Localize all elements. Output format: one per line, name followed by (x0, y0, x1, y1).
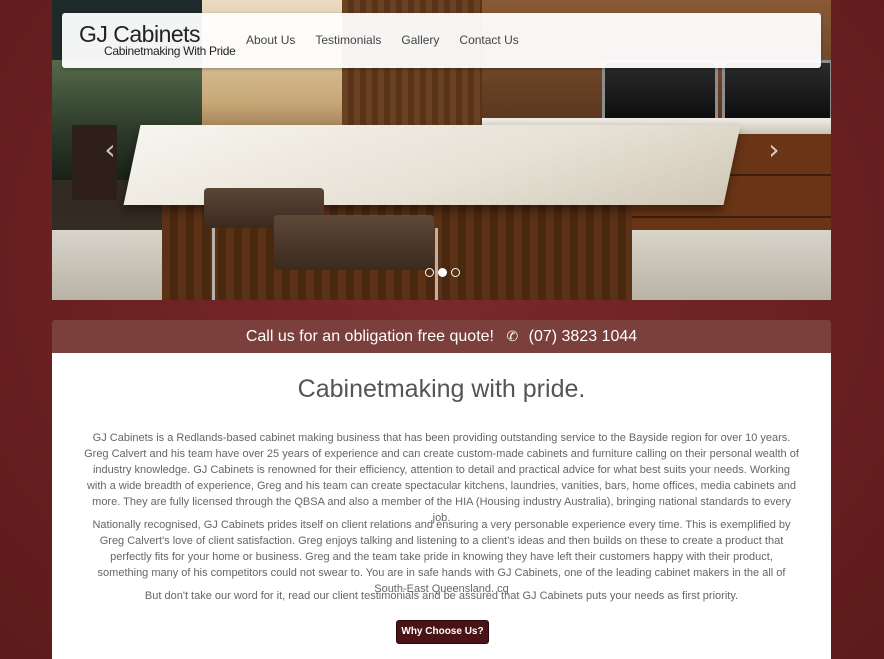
page-heading: Cabinetmaking with pride. (297, 375, 586, 403)
nav-link-about-us[interactable]: About Us (246, 33, 295, 47)
hero-image-stool (274, 215, 434, 270)
quote-callbar: Call us for an obligation free quote! ✆ … (52, 320, 831, 353)
carousel-dot-3[interactable] (451, 268, 460, 277)
navbar: GJ Cabinets Cabinetmaking With Pride Abo… (62, 13, 821, 68)
brand-logo[interactable]: GJ Cabinets Cabinetmaking With Pride (79, 21, 236, 58)
nav-link-gallery[interactable]: Gallery (401, 33, 439, 47)
carousel-indicators (425, 268, 460, 277)
callbar-phone-number[interactable]: (07) 3823 1044 (529, 328, 638, 345)
carousel-dot-1[interactable] (425, 268, 434, 277)
nav-link-contact-us[interactable]: Contact Us (459, 33, 518, 47)
hero-image-oven (722, 60, 831, 121)
main-content: Cabinetmaking with pride. GJ Cabinets is… (52, 353, 831, 659)
recognition-paragraph: Nationally recognised, GJ Cabinets pride… (92, 519, 791, 595)
callbar-text: Call us for an obligation free quote! (245, 328, 494, 345)
nav-link-testimonials[interactable]: Testimonials (315, 33, 381, 47)
intro-paragraph: GJ Cabinets is a Redlands-based cabinet … (84, 432, 799, 524)
chevron-right-icon[interactable]: › (762, 136, 786, 164)
brand-tagline: Cabinetmaking With Pride (104, 44, 236, 58)
carousel-dot-2[interactable] (438, 268, 447, 277)
nav-menu: About Us Testimonials Gallery Contact Us (246, 33, 539, 47)
brand-name: GJ Cabinets (79, 21, 201, 47)
why-choose-us-button[interactable]: Why Choose Us? (396, 620, 489, 644)
testimonials-paragraph: But don't take our word for it, read our… (144, 590, 739, 602)
chevron-left-icon[interactable]: ‹ (98, 136, 122, 164)
hero-image-oven (602, 60, 718, 121)
phone-icon: ✆ (506, 329, 519, 345)
